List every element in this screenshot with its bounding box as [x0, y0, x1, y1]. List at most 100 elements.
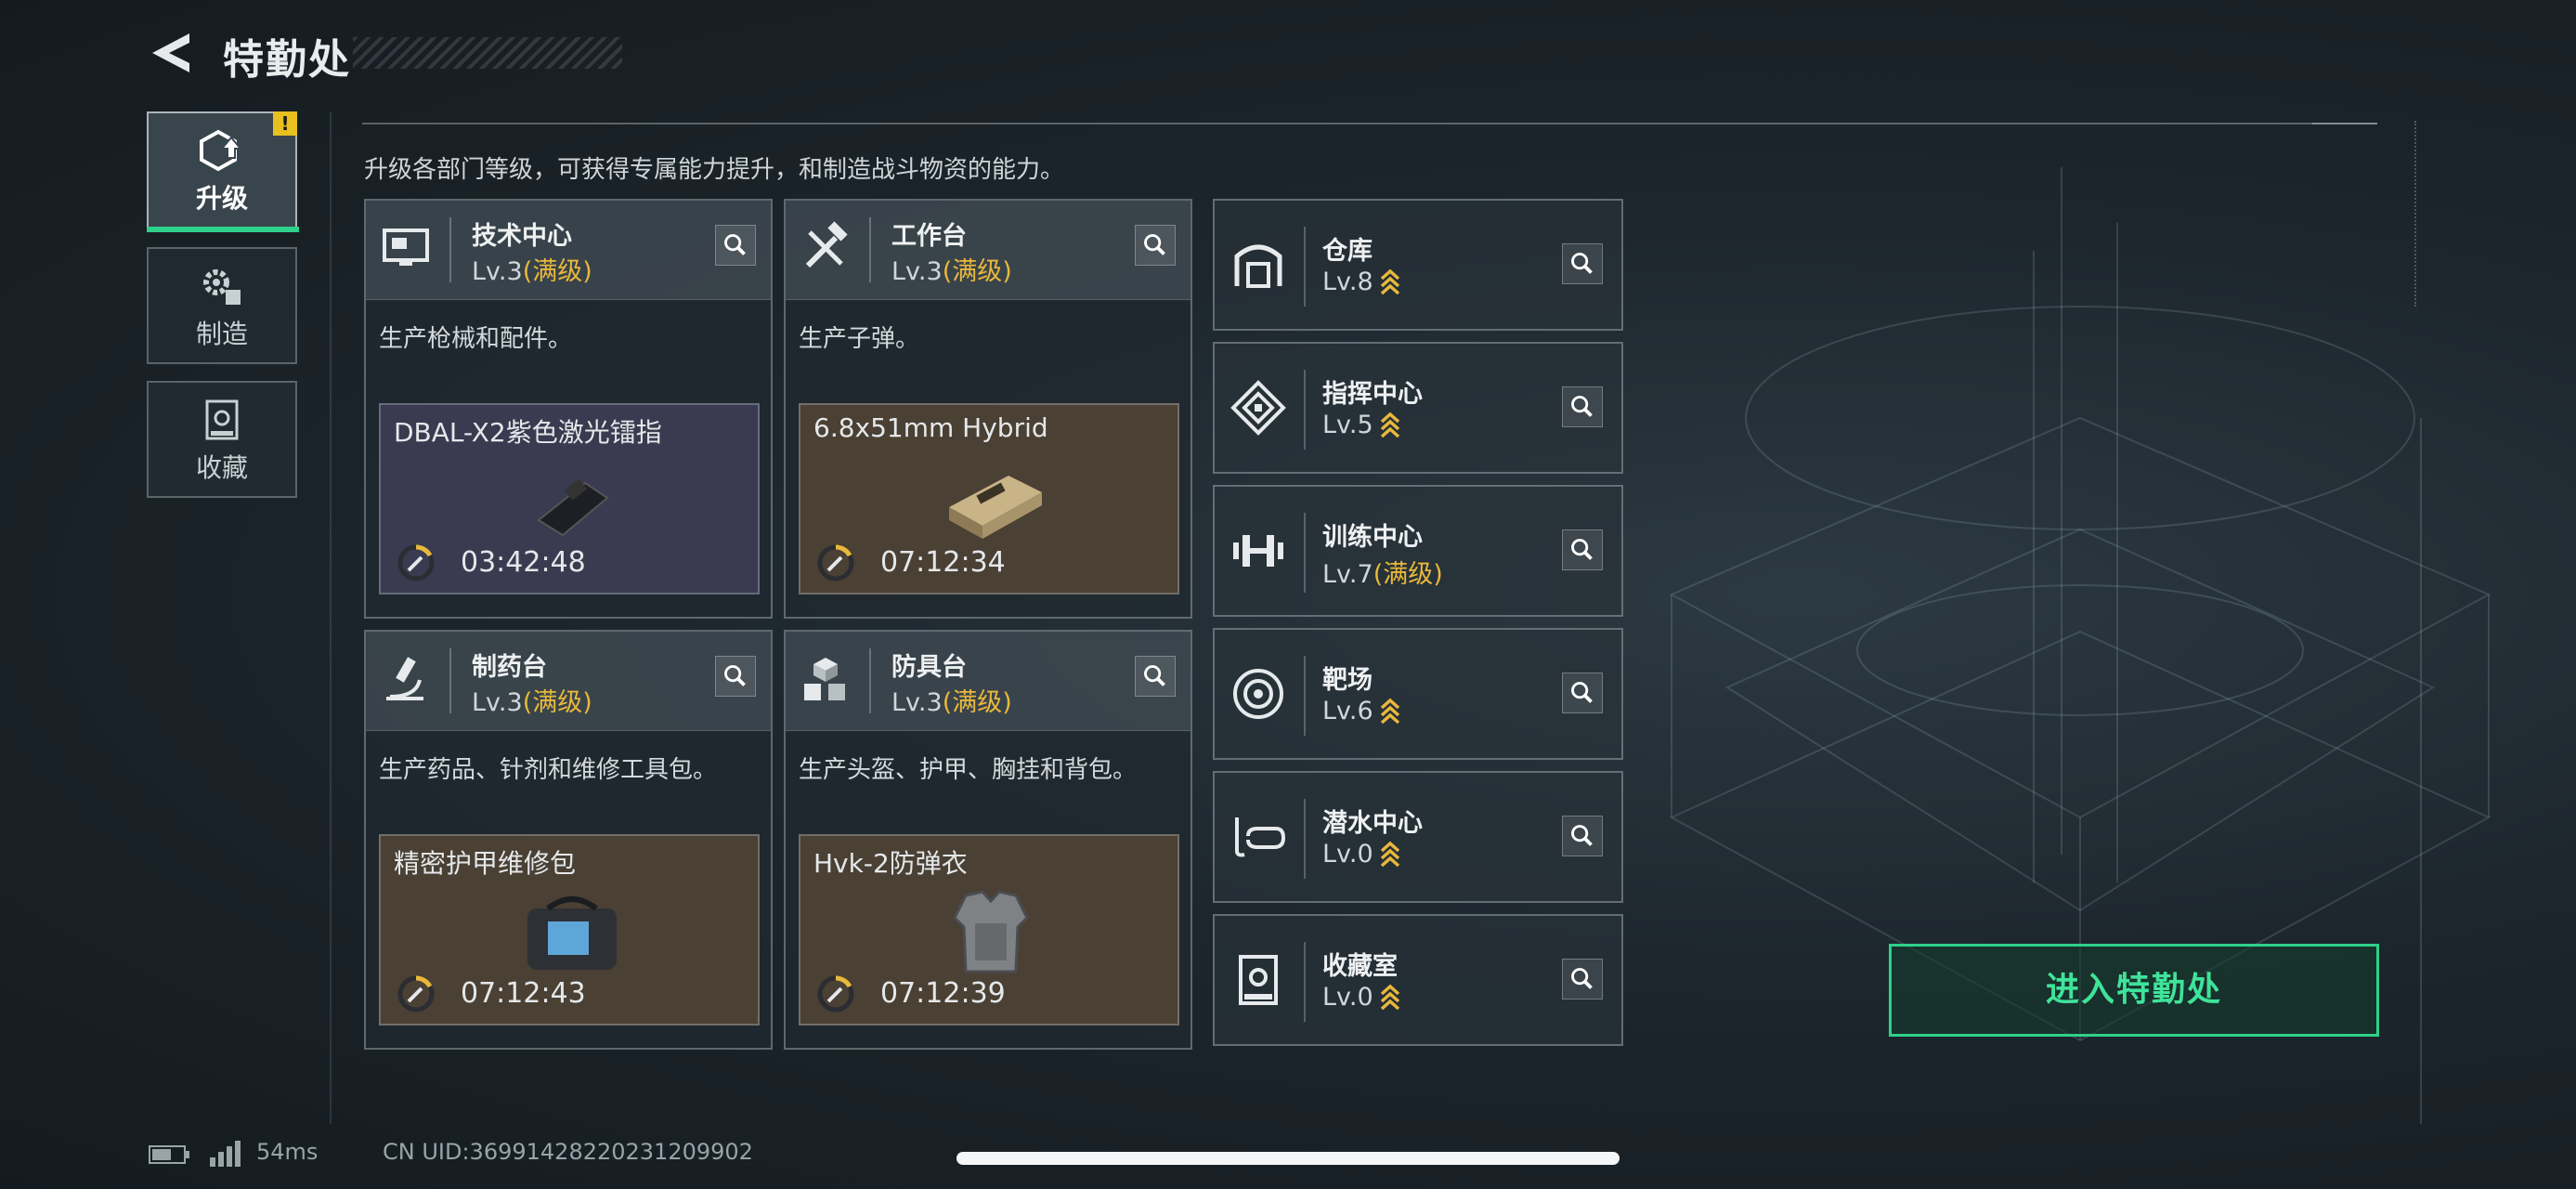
workshop-card-armory[interactable]: 防具台 Lv.3(满级) 生产头盔、护甲、胸挂和背包。 Hvk-2防弹衣 07:…: [784, 630, 1192, 1050]
max-level-tag: (满级): [942, 257, 1012, 286]
back-arrow-icon[interactable]: [149, 30, 195, 76]
inspect-button[interactable]: [1135, 225, 1176, 266]
page-title: 特勤处: [223, 36, 351, 84]
search-icon: [1571, 825, 1593, 846]
workshop-card-pharmacy[interactable]: 制药台 Lv.3(满级) 生产药品、针剂和维修工具包。 精密护甲维修包 07:1…: [364, 630, 773, 1050]
product-name: 精密护甲维修包: [394, 848, 577, 879]
search-icon: [1571, 253, 1593, 274]
divider: [362, 123, 2312, 124]
inspect-button[interactable]: [1562, 243, 1603, 284]
row-separator: [1304, 656, 1306, 736]
workshop-card-workbench[interactable]: 工作台 Lv.3(满级) 生产子弹。 6.8x51mm Hybrid 07:12…: [784, 199, 1192, 619]
inspect-button[interactable]: [1562, 959, 1603, 1000]
workshop-level: Lv.3(满级): [891, 251, 1012, 287]
level-value: Lv.5: [1322, 411, 1373, 439]
product-name: 6.8x51mm Hybrid: [813, 412, 1048, 443]
inspect-button[interactable]: [715, 656, 756, 697]
workshop-name: 技术中心: [472, 222, 572, 251]
product-name: DBAL-X2紫色激光镭指: [394, 417, 662, 448]
divider-accent: [2312, 123, 2377, 124]
workshop-description: 生产子弹。: [799, 325, 920, 353]
max-level-tag: (满级): [942, 688, 1012, 717]
facility-name: 指挥中心: [1322, 380, 1423, 409]
facility-row-warehouse[interactable]: 仓库 Lv.8: [1213, 199, 1623, 331]
upgrade-chevron-icon: [1380, 984, 1399, 1011]
workshop-name: 防具台: [891, 653, 967, 682]
row-separator: [1304, 370, 1306, 450]
warehouse-icon: [1234, 244, 1282, 288]
card-header: 工作台 Lv.3(满级): [786, 201, 1190, 300]
search-icon: [1144, 234, 1165, 255]
collection-room-icon: [1239, 955, 1278, 1005]
inspect-button[interactable]: [1562, 386, 1603, 427]
deco-ruler: [2414, 121, 2427, 307]
search-icon: [1571, 682, 1593, 703]
facility-name: 收藏室: [1322, 952, 1398, 981]
enter-special-ops-button[interactable]: 进入特勤处: [1889, 944, 2379, 1037]
level-value: Lv.0: [1322, 983, 1373, 1012]
battery-icon: [149, 1145, 189, 1164]
card-header: 技术中心 Lv.3(满级): [366, 201, 771, 300]
page-description: 升级各部门等级，可获得专属能力提升，和制造战斗物资的能力。: [364, 156, 1065, 184]
home-indicator[interactable]: [956, 1152, 1620, 1165]
workshop-level: Lv.3(满级): [891, 682, 1012, 718]
level-value: Lv.6: [1322, 697, 1373, 725]
tab-collection-label: 收藏: [195, 452, 248, 483]
active-tab-indicator: [147, 227, 299, 232]
row-separator: [1304, 227, 1306, 307]
facility-row-shooting-range[interactable]: 靶场 Lv.6: [1213, 628, 1623, 760]
header-separator: [869, 217, 871, 282]
ammo-box-icon: [949, 476, 1042, 539]
production-slot[interactable]: 精密护甲维修包 07:12:43: [379, 834, 760, 1026]
facility-row-diving-center[interactable]: 潜水中心 Lv.0: [1213, 771, 1623, 903]
header-separator: [449, 217, 451, 282]
production-slot[interactable]: Hvk-2防弹衣 07:12:39: [799, 834, 1179, 1026]
tab-upgrade-label: 升级: [195, 183, 248, 214]
inspect-button[interactable]: [1562, 816, 1603, 856]
max-level-tag: (满级): [522, 257, 592, 286]
tab-craft[interactable]: 制造: [147, 247, 297, 364]
upgrade-chevron-icon: [1380, 698, 1399, 725]
row-separator: [1304, 513, 1306, 593]
target-icon: [1233, 669, 1283, 719]
production-timer: 03:42:48: [461, 546, 586, 579]
inspect-button[interactable]: [1562, 673, 1603, 713]
inspect-button[interactable]: [1135, 656, 1176, 697]
facility-level: Lv.0: [1322, 840, 1401, 869]
level-value: Lv.3: [472, 257, 523, 286]
level-value: Lv.3: [891, 688, 943, 717]
facility-name: 仓库: [1322, 237, 1373, 266]
workshop-level: Lv.3(满级): [472, 682, 592, 718]
workshop-description: 生产药品、针剂和维修工具包。: [379, 756, 718, 784]
facility-level: Lv.8: [1322, 268, 1401, 296]
laser-device-icon: [537, 478, 609, 537]
body-armor-icon: [953, 890, 1029, 973]
facility-row-collection-room[interactable]: 收藏室 Lv.0: [1213, 914, 1623, 1046]
level-value: Lv.8: [1322, 268, 1373, 296]
facility-name: 靶场: [1322, 666, 1373, 695]
upgrade-chevron-icon: [1380, 268, 1399, 295]
search-icon: [1144, 665, 1165, 686]
header-separator: [449, 648, 451, 713]
facility-level: Lv.7(满级): [1322, 554, 1443, 590]
production-slot[interactable]: 6.8x51mm Hybrid 07:12:34: [799, 403, 1179, 594]
wrench-timer-icon: [817, 975, 854, 1013]
max-level-tag: (满级): [522, 688, 592, 717]
wrench-timer-icon: [397, 975, 435, 1013]
repair-kit-icon: [527, 896, 617, 970]
level-value: Lv.7: [1322, 560, 1373, 589]
inspect-button[interactable]: [715, 225, 756, 266]
wrench-timer-icon: [817, 544, 854, 581]
workshop-name: 制药台: [472, 653, 547, 682]
row-separator: [1304, 942, 1306, 1022]
workshop-card-tech-center[interactable]: 技术中心 Lv.3(满级) 生产枪械和配件。 DBAL-X2紫色激光镭指 03:…: [364, 199, 773, 619]
facility-row-training-center[interactable]: 训练中心 Lv.7(满级): [1213, 485, 1623, 617]
tab-collection[interactable]: 收藏: [147, 381, 297, 498]
search-icon: [724, 234, 746, 255]
workshop-level: Lv.3(满级): [472, 251, 592, 287]
inspect-button[interactable]: [1562, 529, 1603, 570]
search-icon: [724, 665, 746, 686]
production-timer: 07:12:34: [880, 546, 1006, 579]
facility-row-command-center[interactable]: 指挥中心 Lv.5: [1213, 342, 1623, 474]
production-slot[interactable]: DBAL-X2紫色激光镭指 03:42:48: [379, 403, 760, 594]
